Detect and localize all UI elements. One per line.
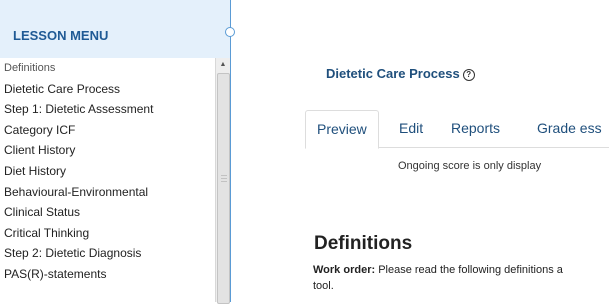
- tab-bar: Preview Edit Reports Grade ess: [305, 110, 609, 149]
- grip-icon: — — —: [221, 173, 227, 185]
- page-title-text: Dietetic Care Process: [326, 66, 460, 81]
- menu-item-clinical-status[interactable]: Clinical Status: [0, 202, 216, 223]
- work-order-body: Please read the following definitions a: [375, 264, 563, 276]
- menu-item-dietetic-care-process[interactable]: Dietetic Care Process: [0, 79, 216, 100]
- work-order-label: Work order:: [313, 264, 376, 276]
- menu-title: LESSON MENU: [13, 28, 109, 43]
- work-order-body-cont: tool.: [313, 280, 334, 292]
- tab-preview[interactable]: Preview: [305, 110, 379, 149]
- tab-grade-essays[interactable]: Grade ess: [537, 110, 602, 146]
- work-order-text: Work order: Please read the following de…: [313, 262, 609, 294]
- menu-item-behavioural-environmental[interactable]: Behavioural-Environmental: [0, 182, 216, 203]
- menu-item-critical-thinking[interactable]: Critical Thinking: [0, 223, 216, 244]
- sidebar-divider: [230, 0, 231, 302]
- menu-item-definitions[interactable]: Definitions: [0, 58, 216, 79]
- section-title: Definitions: [314, 233, 413, 254]
- question-circle-icon[interactable]: ?: [462, 69, 475, 81]
- menu-scrollbar[interactable]: ▲ — — —: [215, 58, 230, 304]
- triangle-up-icon[interactable]: ▲: [216, 58, 230, 72]
- scroll-thumb[interactable]: — — —: [217, 73, 230, 304]
- menu-item-client-history[interactable]: Client History: [0, 140, 216, 161]
- collapse-handle-icon[interactable]: [225, 27, 235, 37]
- page-title: Dietetic Care Process?: [326, 66, 475, 81]
- tab-edit[interactable]: Edit: [399, 110, 423, 146]
- menu-item-step1-assessment[interactable]: Step 1: Dietetic Assessment: [0, 99, 216, 120]
- menu-item-diet-history[interactable]: Diet History: [0, 161, 216, 182]
- menu-item-step2-diagnosis[interactable]: Step 2: Dietetic Diagnosis: [0, 243, 216, 264]
- lesson-menu-sidebar: LESSON MENU Definitions Dietetic Care Pr…: [0, 0, 230, 304]
- menu-item-pas-statements[interactable]: PAS(R)-statements: [0, 264, 216, 285]
- menu-list: Definitions Dietetic Care Process Step 1…: [0, 58, 216, 302]
- tab-reports[interactable]: Reports: [451, 110, 500, 146]
- menu-item-category-icf[interactable]: Category ICF: [0, 120, 216, 141]
- ongoing-score-notice: Ongoing score is only display: [398, 160, 542, 172]
